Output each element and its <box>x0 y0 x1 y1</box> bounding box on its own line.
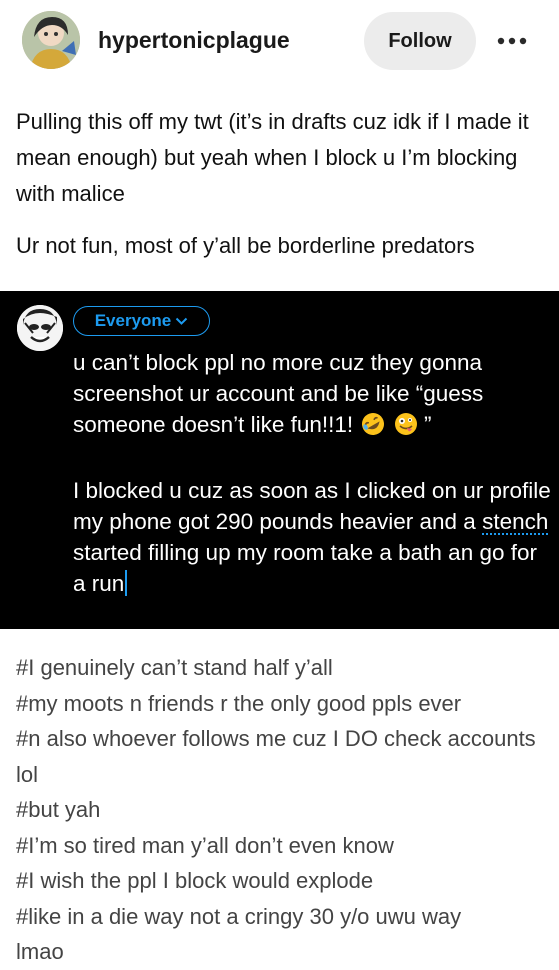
tweet-avatar <box>17 305 63 351</box>
audience-label: Everyone <box>94 311 172 330</box>
tweet-line2-before: I blocked u cuz as soon as I clicked on … <box>73 478 551 534</box>
tweet-line1-text: u can’t block ppl no more cuz they gonna… <box>73 350 484 437</box>
tweet-line2-after: started filling up my room take a bath a… <box>73 540 537 596</box>
follow-button[interactable]: Follow <box>364 12 476 70</box>
tag-item[interactable]: #but yah <box>16 792 546 828</box>
tag-item[interactable]: #I wish the ppl I block would explode <box>16 863 546 899</box>
text-cursor <box>125 570 128 596</box>
post-text: Pulling this off my twt (it’s in drafts … <box>16 104 546 280</box>
post-tags: #I genuinely can’t stand half y’all #my … <box>16 650 546 970</box>
more-options-icon[interactable] <box>494 26 530 56</box>
misspelled-word[interactable]: stench <box>482 509 548 534</box>
zany-face-emoji <box>394 412 418 444</box>
tweet-compose-text[interactable]: u can’t block ppl no more cuz they gonna… <box>73 347 553 599</box>
post-paragraph: Pulling this off my twt (it’s in drafts … <box>16 109 529 206</box>
tweet-paragraph-2: I blocked u cuz as soon as I clicked on … <box>73 475 553 599</box>
embedded-screenshot: Everyone u can’t block ppl no more cuz t… <box>0 291 559 629</box>
username[interactable]: hypertonicplague <box>98 27 290 54</box>
tag-item[interactable]: #my moots n friends r the only good ppls… <box>16 686 546 722</box>
tweet-close-quote: ” <box>423 412 432 437</box>
post-paragraph: Ur not fun, most of y’all be borderline … <box>16 233 475 258</box>
tag-item[interactable]: #like in a die way not a cringy 30 y/o u… <box>16 899 546 935</box>
tag-item[interactable]: #n also whoever follows me cuz I DO chec… <box>16 721 546 792</box>
tweet-paragraph-1: u can’t block ppl no more cuz they gonna… <box>73 347 553 444</box>
tag-item[interactable]: #I genuinely can’t stand half y’all <box>16 650 546 686</box>
tag-item[interactable]: lmao <box>16 934 546 970</box>
post-header: hypertonicplague Follow <box>0 0 559 86</box>
tag-item[interactable]: #I’m so tired man y’all don’t even know <box>16 828 546 864</box>
rofl-emoji <box>361 412 385 444</box>
user-avatar[interactable] <box>22 11 80 69</box>
chevron-down-icon <box>175 311 188 331</box>
audience-selector[interactable]: Everyone <box>73 306 210 336</box>
